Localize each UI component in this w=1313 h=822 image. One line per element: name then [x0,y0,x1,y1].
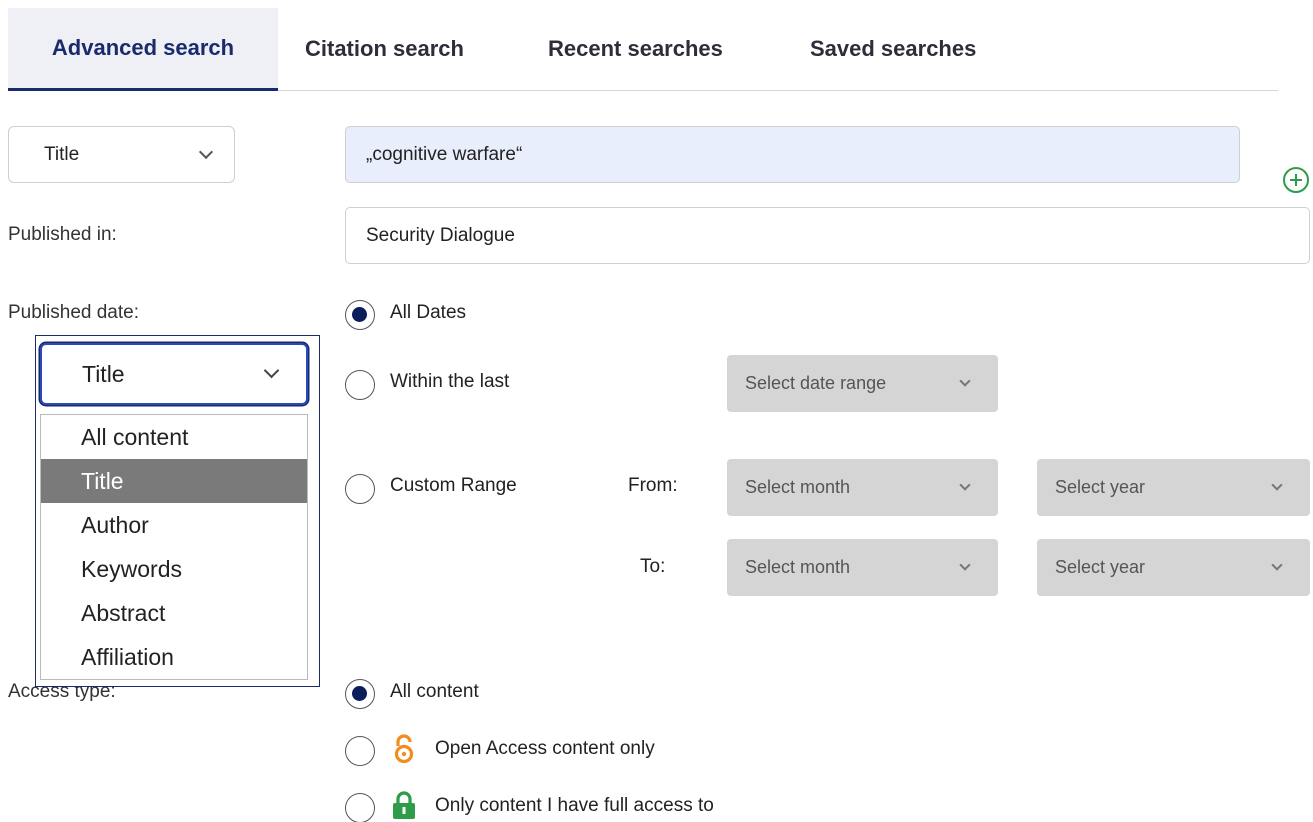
search-field-select[interactable]: Title [8,126,235,183]
radio-access-all[interactable] [345,679,375,709]
chevron-down-icon [263,362,280,379]
dropdown-option-title[interactable]: Title [41,459,307,503]
field-dropdown: Title All content Title Author Keywords … [35,335,320,687]
dropdown-option-author[interactable]: Author [41,503,307,547]
from-label: From: [628,475,678,496]
access-all-label: All content [390,681,479,702]
dropdown-option-abstract[interactable]: Abstract [41,591,307,635]
from-year-placeholder: Select year [1055,477,1146,497]
chevron-down-icon [198,144,214,160]
dropdown-option-keywords[interactable]: Keywords [41,547,307,591]
tab-advanced-search[interactable]: Advanced search [8,8,278,91]
published-in-value: Security Dialogue [366,224,515,246]
tab-recent-searches[interactable]: Recent searches [548,8,723,90]
access-open-label: Open Access content only [435,738,655,759]
from-year-select[interactable]: Select year [1037,459,1310,516]
published-date-label: Published date: [8,302,139,323]
published-in-label: Published in: [8,224,117,245]
to-year-select[interactable]: Select year [1037,539,1310,596]
chevron-down-icon [1271,559,1283,571]
dropdown-option-all-content[interactable]: All content [41,415,307,459]
to-year-placeholder: Select year [1055,557,1146,577]
field-dropdown-value: Title [82,360,125,387]
to-month-placeholder: Select month [745,557,851,577]
chevron-down-icon [959,559,971,571]
from-month-select[interactable]: Select month [727,459,998,516]
date-range-select[interactable]: Select date range [727,355,998,412]
custom-range-label: Custom Range [390,475,517,496]
radio-all-dates[interactable] [345,300,375,330]
search-query-input[interactable]: „cognitive warfare“ [345,126,1240,183]
radio-custom-range[interactable] [345,474,375,504]
published-in-input[interactable]: Security Dialogue [345,207,1310,264]
search-field-select-value: Title [44,143,80,165]
open-lock-icon [394,734,414,764]
access-full-label: Only content I have full access to [435,795,714,816]
plus-circle-icon[interactable] [1283,167,1309,193]
tab-citation-search[interactable]: Citation search [305,8,464,90]
chevron-down-icon [1271,479,1283,491]
radio-within-last[interactable] [345,370,375,400]
all-dates-label: All Dates [390,302,467,323]
chevron-down-icon [959,375,971,387]
to-month-select[interactable]: Select month [727,539,998,596]
from-month-placeholder: Select month [745,477,851,497]
radio-access-open[interactable] [345,736,375,766]
to-label: To: [640,556,666,577]
date-range-placeholder: Select date range [745,373,887,393]
search-tabs: Advanced search Citation search Recent s… [8,8,1278,91]
chevron-down-icon [959,479,971,491]
lock-icon [393,791,415,819]
dropdown-option-affiliation[interactable]: Affiliation [41,635,307,679]
field-dropdown-select[interactable]: Title [40,343,308,405]
radio-access-full[interactable] [345,793,375,822]
within-last-label: Within the last [390,371,510,392]
tab-saved-searches[interactable]: Saved searches [810,8,976,90]
search-query-value: „cognitive warfare“ [366,143,523,165]
field-dropdown-list: All content Title Author Keywords Abstra… [40,414,308,680]
